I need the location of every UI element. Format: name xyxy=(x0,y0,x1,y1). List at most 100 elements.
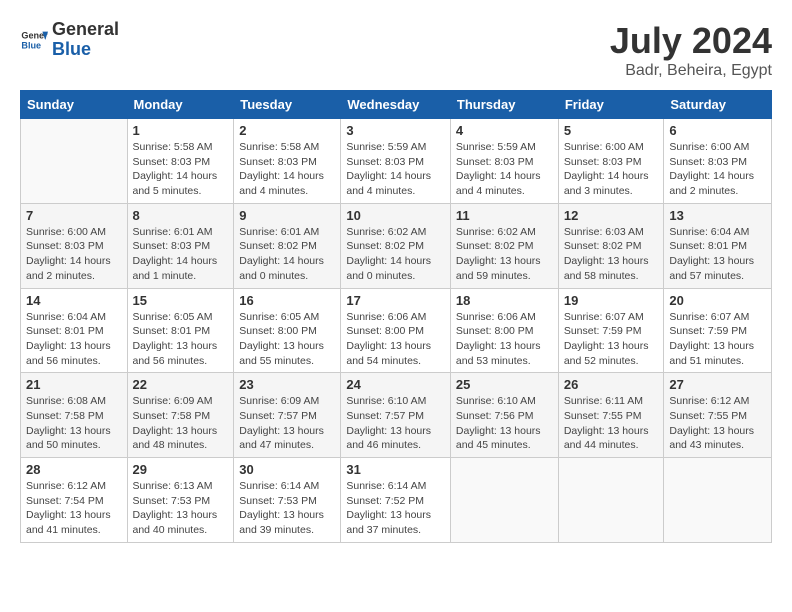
day-number: 5 xyxy=(564,123,659,138)
day-number: 20 xyxy=(669,293,766,308)
day-detail: Sunrise: 6:10 AM Sunset: 7:56 PM Dayligh… xyxy=(456,394,553,453)
day-number: 27 xyxy=(669,377,766,392)
day-number: 16 xyxy=(239,293,335,308)
day-detail: Sunrise: 6:14 AM Sunset: 7:52 PM Dayligh… xyxy=(346,479,445,538)
logo-icon: General Blue xyxy=(20,26,48,54)
month-title: July 2024 xyxy=(610,20,772,62)
day-detail: Sunrise: 6:02 AM Sunset: 8:02 PM Dayligh… xyxy=(456,225,553,284)
day-detail: Sunrise: 6:14 AM Sunset: 7:53 PM Dayligh… xyxy=(239,479,335,538)
day-number: 1 xyxy=(133,123,229,138)
calendar-cell: 11 Sunrise: 6:02 AM Sunset: 8:02 PM Dayli… xyxy=(450,203,558,288)
day-detail: Sunrise: 6:08 AM Sunset: 7:58 PM Dayligh… xyxy=(26,394,122,453)
calendar-cell: 25Sunrise: 6:10 AM Sunset: 7:56 PM Dayli… xyxy=(450,373,558,458)
day-detail: Sunrise: 6:01 AM Sunset: 8:03 PM Dayligh… xyxy=(133,225,229,284)
calendar-cell: 28 Sunrise: 6:12 AM Sunset: 7:54 PM Dayli… xyxy=(21,458,128,543)
calendar-cell: 24 Sunrise: 6:10 AM Sunset: 7:57 PM Dayli… xyxy=(341,373,451,458)
calendar-cell: 4 Sunrise: 5:59 AM Sunset: 8:03 PM Daylig… xyxy=(450,119,558,204)
day-number: 8 xyxy=(133,208,229,223)
page-header: General Blue General Blue July 2024 Badr… xyxy=(20,20,772,80)
day-detail: Sunrise: 6:05 AM Sunset: 8:00 PM Dayligh… xyxy=(239,310,335,369)
day-number: 24 xyxy=(346,377,445,392)
column-header-friday: Friday xyxy=(558,91,664,119)
calendar-cell: 2Sunrise: 5:58 AM Sunset: 8:03 PM Daylig… xyxy=(234,119,341,204)
calendar-cell: 27Sunrise: 6:12 AM Sunset: 7:55 PM Dayli… xyxy=(664,373,772,458)
calendar-table: SundayMondayTuesdayWednesdayThursdayFrid… xyxy=(20,90,772,543)
calendar-cell: 19Sunrise: 6:07 AM Sunset: 7:59 PM Dayli… xyxy=(558,288,664,373)
calendar-cell: 10 Sunrise: 6:02 AM Sunset: 8:02 PM Dayli… xyxy=(341,203,451,288)
day-detail: Sunrise: 5:58 AM Sunset: 8:03 PM Dayligh… xyxy=(133,140,229,199)
calendar-cell: 13 Sunrise: 6:04 AM Sunset: 8:01 PM Dayli… xyxy=(664,203,772,288)
calendar-cell: 5 Sunrise: 6:00 AM Sunset: 8:03 PM Daylig… xyxy=(558,119,664,204)
day-detail: Sunrise: 5:59 AM Sunset: 8:03 PM Dayligh… xyxy=(346,140,445,199)
day-number: 23 xyxy=(239,377,335,392)
day-number: 4 xyxy=(456,123,553,138)
calendar-cell: 26 Sunrise: 6:11 AM Sunset: 7:55 PM Dayli… xyxy=(558,373,664,458)
week-row-3: 14 Sunrise: 6:04 AM Sunset: 8:01 PM Dayli… xyxy=(21,288,772,373)
calendar-cell xyxy=(558,458,664,543)
day-detail: Sunrise: 6:11 AM Sunset: 7:55 PM Dayligh… xyxy=(564,394,659,453)
calendar-cell: 7Sunrise: 6:00 AM Sunset: 8:03 PM Daylig… xyxy=(21,203,128,288)
logo-wordmark: General Blue xyxy=(52,20,119,60)
calendar-cell: 23 Sunrise: 6:09 AM Sunset: 7:57 PM Dayli… xyxy=(234,373,341,458)
column-header-thursday: Thursday xyxy=(450,91,558,119)
day-number: 28 xyxy=(26,462,122,477)
column-header-wednesday: Wednesday xyxy=(341,91,451,119)
day-detail: Sunrise: 6:09 AM Sunset: 7:57 PM Dayligh… xyxy=(239,394,335,453)
calendar-cell: 22Sunrise: 6:09 AM Sunset: 7:58 PM Dayli… xyxy=(127,373,234,458)
day-detail: Sunrise: 6:06 AM Sunset: 8:00 PM Dayligh… xyxy=(456,310,553,369)
calendar-cell: 6Sunrise: 6:00 AM Sunset: 8:03 PM Daylig… xyxy=(664,119,772,204)
calendar-cell xyxy=(664,458,772,543)
day-detail: Sunrise: 6:10 AM Sunset: 7:57 PM Dayligh… xyxy=(346,394,445,453)
logo-blue: Blue xyxy=(52,39,91,59)
day-number: 31 xyxy=(346,462,445,477)
calendar-cell: 8 Sunrise: 6:01 AM Sunset: 8:03 PM Daylig… xyxy=(127,203,234,288)
column-header-saturday: Saturday xyxy=(664,91,772,119)
calendar-header-row: SundayMondayTuesdayWednesdayThursdayFrid… xyxy=(21,91,772,119)
day-number: 9 xyxy=(239,208,335,223)
day-number: 12 xyxy=(564,208,659,223)
day-number: 6 xyxy=(669,123,766,138)
day-detail: Sunrise: 6:04 AM Sunset: 8:01 PM Dayligh… xyxy=(669,225,766,284)
logo-general: General xyxy=(52,19,119,39)
day-number: 14 xyxy=(26,293,122,308)
calendar-cell xyxy=(450,458,558,543)
calendar-cell: 9 Sunrise: 6:01 AM Sunset: 8:02 PM Daylig… xyxy=(234,203,341,288)
day-number: 26 xyxy=(564,377,659,392)
day-detail: Sunrise: 6:09 AM Sunset: 7:58 PM Dayligh… xyxy=(133,394,229,453)
day-number: 11 xyxy=(456,208,553,223)
day-detail: Sunrise: 6:07 AM Sunset: 7:59 PM Dayligh… xyxy=(564,310,659,369)
calendar-cell: 18 Sunrise: 6:06 AM Sunset: 8:00 PM Dayli… xyxy=(450,288,558,373)
day-number: 17 xyxy=(346,293,445,308)
column-header-monday: Monday xyxy=(127,91,234,119)
day-detail: Sunrise: 6:01 AM Sunset: 8:02 PM Dayligh… xyxy=(239,225,335,284)
day-number: 21 xyxy=(26,377,122,392)
day-number: 10 xyxy=(346,208,445,223)
day-number: 15 xyxy=(133,293,229,308)
title-block: July 2024 Badr, Beheira, Egypt xyxy=(610,20,772,80)
calendar-cell: 29Sunrise: 6:13 AM Sunset: 7:53 PM Dayli… xyxy=(127,458,234,543)
week-row-1: 1 Sunrise: 5:58 AM Sunset: 8:03 PM Daylig… xyxy=(21,119,772,204)
day-detail: Sunrise: 6:00 AM Sunset: 8:03 PM Dayligh… xyxy=(564,140,659,199)
calendar-cell: 3 Sunrise: 5:59 AM Sunset: 8:03 PM Daylig… xyxy=(341,119,451,204)
location-title: Badr, Beheira, Egypt xyxy=(610,62,772,80)
day-detail: Sunrise: 6:12 AM Sunset: 7:54 PM Dayligh… xyxy=(26,479,122,538)
calendar-cell: 14 Sunrise: 6:04 AM Sunset: 8:01 PM Dayli… xyxy=(21,288,128,373)
day-detail: Sunrise: 6:05 AM Sunset: 8:01 PM Dayligh… xyxy=(133,310,229,369)
day-number: 7 xyxy=(26,208,122,223)
calendar-cell: 31 Sunrise: 6:14 AM Sunset: 7:52 PM Dayli… xyxy=(341,458,451,543)
day-detail: Sunrise: 5:59 AM Sunset: 8:03 PM Dayligh… xyxy=(456,140,553,199)
day-detail: Sunrise: 6:07 AM Sunset: 7:59 PM Dayligh… xyxy=(669,310,766,369)
logo: General Blue General Blue xyxy=(20,20,119,60)
day-number: 2 xyxy=(239,123,335,138)
week-row-5: 28 Sunrise: 6:12 AM Sunset: 7:54 PM Dayli… xyxy=(21,458,772,543)
week-row-2: 7Sunrise: 6:00 AM Sunset: 8:03 PM Daylig… xyxy=(21,203,772,288)
day-detail: Sunrise: 6:04 AM Sunset: 8:01 PM Dayligh… xyxy=(26,310,122,369)
day-number: 30 xyxy=(239,462,335,477)
day-number: 13 xyxy=(669,208,766,223)
day-detail: Sunrise: 6:02 AM Sunset: 8:02 PM Dayligh… xyxy=(346,225,445,284)
day-number: 18 xyxy=(456,293,553,308)
day-number: 29 xyxy=(133,462,229,477)
column-header-tuesday: Tuesday xyxy=(234,91,341,119)
day-number: 3 xyxy=(346,123,445,138)
calendar-cell: 15 Sunrise: 6:05 AM Sunset: 8:01 PM Dayli… xyxy=(127,288,234,373)
